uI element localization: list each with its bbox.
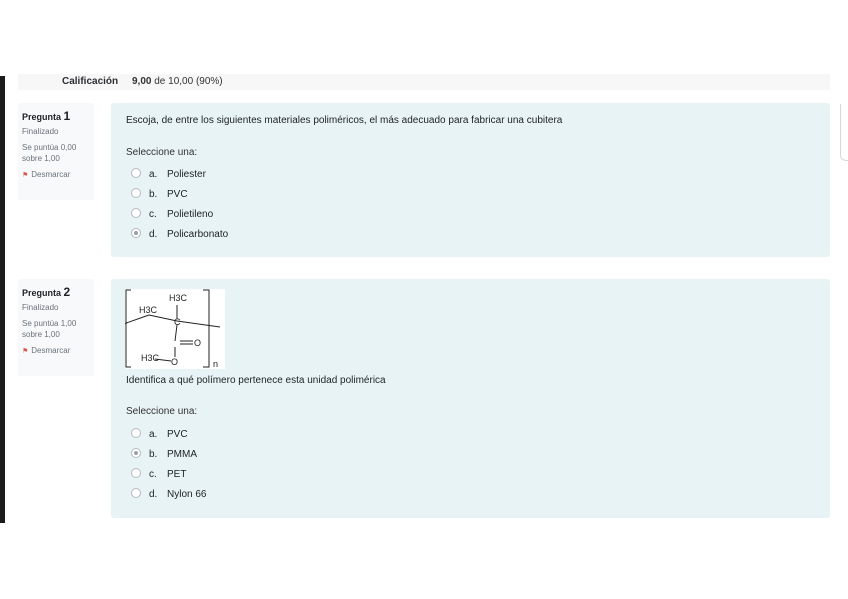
answer-option-d[interactable]: d. Policarbonato bbox=[131, 228, 228, 242]
answer-option-a[interactable]: a. Poliester bbox=[131, 168, 206, 182]
question-title: Pregunta 1 bbox=[22, 109, 71, 123]
grade-label: Calificación bbox=[62, 76, 119, 87]
left-edge-bar bbox=[0, 76, 5, 523]
formula-h3c-left: H3C bbox=[139, 305, 158, 315]
question-text: Escoja, de entre los siguientes material… bbox=[126, 115, 563, 126]
answer-option-b[interactable]: b. PMMA bbox=[131, 448, 197, 462]
question-title: Pregunta 2 bbox=[22, 285, 71, 299]
radio-button-selected[interactable] bbox=[131, 448, 141, 459]
question-1-info: Pregunta 1 Finalizado Se puntúa 0,00 sobr… bbox=[18, 103, 94, 200]
question-2-info: Pregunta 2 Finalizado Se puntúa 1,00 sobr… bbox=[18, 279, 94, 376]
answer-prompt: Seleccione una: bbox=[126, 406, 198, 417]
radio-button[interactable] bbox=[131, 208, 141, 219]
question-2-content: H3C H3C C O O H3C n Identifica a qué pol… bbox=[111, 279, 830, 518]
formula-oxygen: O bbox=[171, 357, 178, 367]
answer-option-c[interactable]: c. Polietileno bbox=[131, 208, 213, 222]
flag-icon: ⚑ bbox=[22, 348, 29, 355]
unflag-link[interactable]: ⚑ Desmarcar bbox=[22, 170, 90, 179]
answer-option-a[interactable]: a. PVC bbox=[131, 428, 188, 442]
formula-h3c-top: H3C bbox=[169, 293, 188, 303]
answer-option-c[interactable]: c. PET bbox=[131, 468, 186, 482]
side-panel-fragment bbox=[840, 104, 848, 161]
radio-button-selected[interactable] bbox=[131, 228, 141, 239]
question-grade: Se puntúa 0,00 sobre 1,00 bbox=[22, 143, 77, 163]
flag-icon: ⚑ bbox=[22, 172, 29, 179]
radio-button[interactable] bbox=[131, 428, 141, 439]
answer-option-d[interactable]: d. Nylon 66 bbox=[131, 488, 206, 502]
radio-button[interactable] bbox=[131, 468, 141, 479]
question-state: Finalizado bbox=[22, 127, 59, 136]
polymer-structure-image: H3C H3C C O O H3C n bbox=[125, 289, 225, 369]
formula-h3c-bottom: H3C bbox=[141, 353, 160, 363]
question-1-content: Escoja, de entre los siguientes material… bbox=[111, 103, 830, 257]
grade-summary-row: Calificación 9,00 de 10,00 (90%) bbox=[18, 74, 830, 90]
radio-button[interactable] bbox=[131, 188, 141, 199]
formula-carbon: C bbox=[174, 317, 181, 327]
question-grade: Se puntúa 1,00 sobre 1,00 bbox=[22, 319, 77, 339]
answer-option-b[interactable]: b. PVC bbox=[131, 188, 188, 202]
answer-prompt: Seleccione una: bbox=[126, 147, 198, 158]
question-state: Finalizado bbox=[22, 303, 59, 312]
formula-oxygen-double: O bbox=[194, 338, 201, 348]
radio-button[interactable] bbox=[131, 488, 141, 499]
question-text: Identifica a qué polímero pertenece esta… bbox=[126, 375, 386, 386]
formula-n: n bbox=[213, 359, 218, 369]
radio-button[interactable] bbox=[131, 168, 141, 179]
unflag-link[interactable]: ⚑ Desmarcar bbox=[22, 346, 90, 355]
grade-value: 9,00 de 10,00 (90%) bbox=[132, 76, 223, 87]
